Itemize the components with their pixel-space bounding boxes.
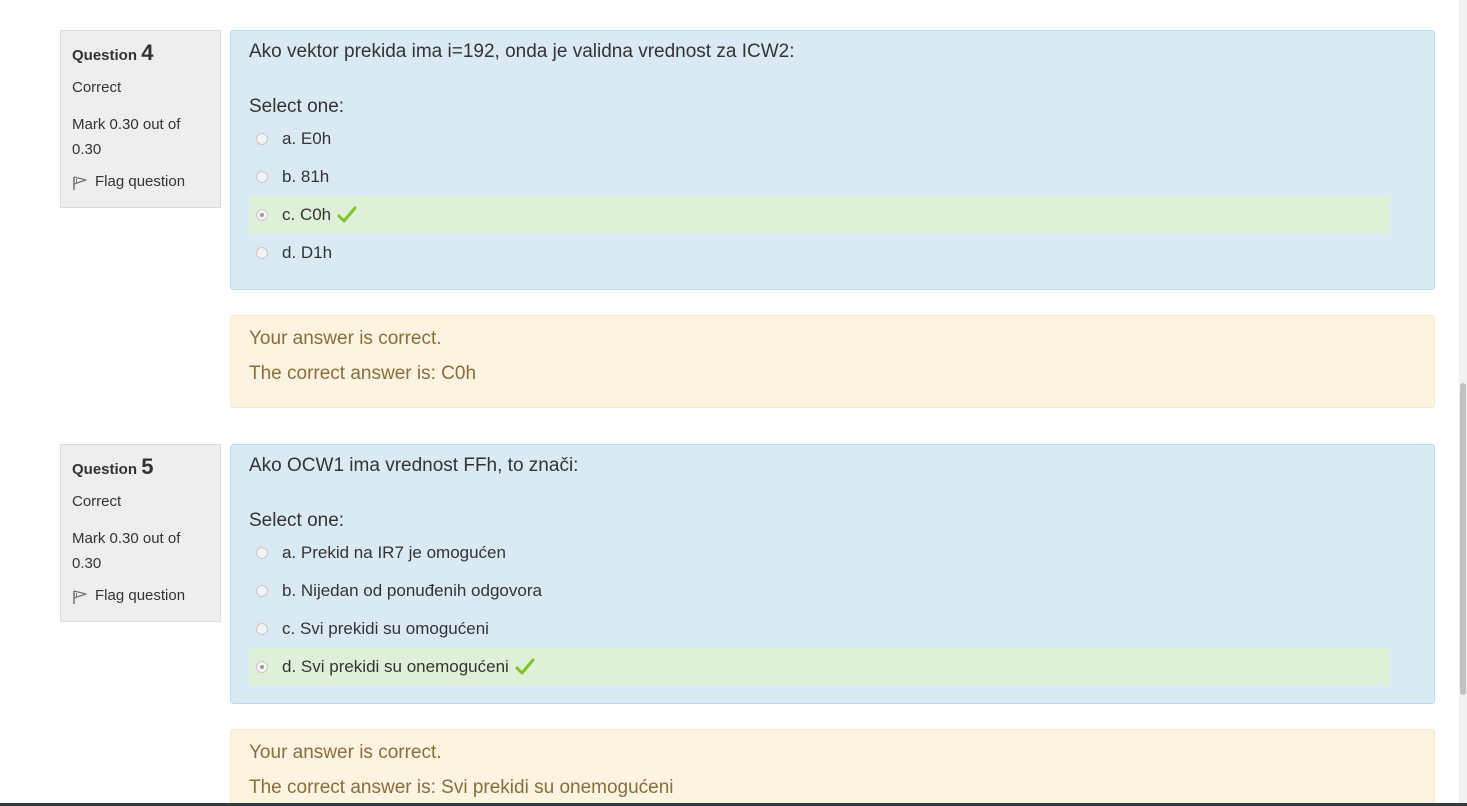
option-label: a. E0h bbox=[282, 129, 332, 148]
radio-button[interactable] bbox=[256, 585, 268, 597]
question-outcome: Your answer is correct. The correct answ… bbox=[230, 729, 1435, 806]
question-outcome: Your answer is correct. The correct answ… bbox=[230, 315, 1435, 408]
check-icon bbox=[515, 658, 535, 675]
question-number-value: 4 bbox=[141, 40, 154, 65]
radio-button-selected[interactable] bbox=[256, 661, 268, 673]
scrollbar-thumb[interactable] bbox=[1460, 383, 1466, 695]
flag-icon bbox=[73, 590, 87, 604]
quiz-review-page: Question 4 Correct Mark 0.30 out of 0.30… bbox=[0, 0, 1467, 806]
question-number: Question 5 bbox=[72, 455, 210, 482]
flag-question-label: Flag question bbox=[95, 587, 186, 604]
question-grade: Mark 0.30 out of 0.30 bbox=[72, 116, 181, 158]
select-one-prompt: Select one: bbox=[249, 510, 345, 531]
answer-option-b[interactable]: b. Nijedan od ponuđenih odgovora bbox=[249, 572, 1390, 610]
option-label: d. Svi prekidi su onemogućeni bbox=[282, 657, 509, 676]
question-text: Ako OCW1 ima vrednost FFh, to znači: bbox=[249, 455, 579, 476]
question-state: Correct bbox=[72, 79, 122, 96]
answer-option-c[interactable]: c. C0h bbox=[249, 196, 1390, 234]
option-label: b. Nijedan od ponuđenih odgovora bbox=[282, 581, 542, 600]
flag-question-button[interactable]: Flag question bbox=[72, 586, 210, 606]
flag-icon bbox=[73, 176, 87, 190]
question-label: Question bbox=[72, 47, 138, 64]
flag-question-button[interactable]: Flag question bbox=[72, 172, 210, 192]
radio-button[interactable] bbox=[256, 623, 268, 635]
radio-button[interactable] bbox=[256, 247, 268, 259]
right-answer-text: The correct answer is: Svi prekidi su on… bbox=[249, 777, 674, 798]
radio-button-selected[interactable] bbox=[256, 209, 268, 221]
select-one-prompt: Select one: bbox=[249, 96, 345, 117]
answer-option-c[interactable]: c. Svi prekidi su omogućeni bbox=[249, 610, 1390, 648]
answer-option-d[interactable]: d. D1h bbox=[249, 234, 1390, 272]
answer-option-d[interactable]: d. Svi prekidi su onemogućeni bbox=[249, 648, 1390, 686]
right-answer-text: The correct answer is: C0h bbox=[249, 363, 477, 384]
radio-button[interactable] bbox=[256, 547, 268, 559]
question-number: Question 4 bbox=[72, 41, 210, 68]
option-label: c. Svi prekidi su omogućeni bbox=[282, 619, 489, 638]
answer-option-b[interactable]: b. 81h bbox=[249, 158, 1390, 196]
page-scrollbar[interactable] bbox=[1459, 0, 1467, 806]
radio-button[interactable] bbox=[256, 133, 268, 145]
option-label: a. Prekid na IR7 je omogućen bbox=[282, 543, 506, 562]
feedback-text: Your answer is correct. bbox=[249, 328, 442, 349]
feedback-text: Your answer is correct. bbox=[249, 742, 442, 763]
question-grade: Mark 0.30 out of 0.30 bbox=[72, 530, 181, 572]
answer-option-a[interactable]: a. E0h bbox=[249, 120, 1390, 158]
question-text: Ako vektor prekida ima i=192, onda je va… bbox=[249, 41, 795, 62]
option-label: c. C0h bbox=[282, 205, 332, 224]
question-number-value: 5 bbox=[141, 454, 154, 479]
option-label: b. 81h bbox=[282, 167, 330, 186]
question-info: Question 4 Correct Mark 0.30 out of 0.30… bbox=[60, 30, 221, 208]
question-label: Question bbox=[72, 461, 138, 478]
answer-options: a. E0h b. 81h c. C0h d. D1h bbox=[249, 120, 1390, 272]
question-state: Correct bbox=[72, 493, 122, 510]
flag-question-label: Flag question bbox=[95, 173, 186, 190]
check-icon bbox=[337, 206, 357, 223]
question-formulation: Ako OCW1 ima vrednost FFh, to znači: Sel… bbox=[230, 444, 1435, 704]
answer-option-a[interactable]: a. Prekid na IR7 je omogućen bbox=[249, 534, 1390, 572]
option-label: d. D1h bbox=[282, 243, 333, 262]
radio-button[interactable] bbox=[256, 171, 268, 183]
question-formulation: Ako vektor prekida ima i=192, onda je va… bbox=[230, 30, 1435, 290]
answer-options: a. Prekid na IR7 je omogućen b. Nijedan … bbox=[249, 534, 1390, 686]
question-info: Question 5 Correct Mark 0.30 out of 0.30… bbox=[60, 444, 221, 622]
